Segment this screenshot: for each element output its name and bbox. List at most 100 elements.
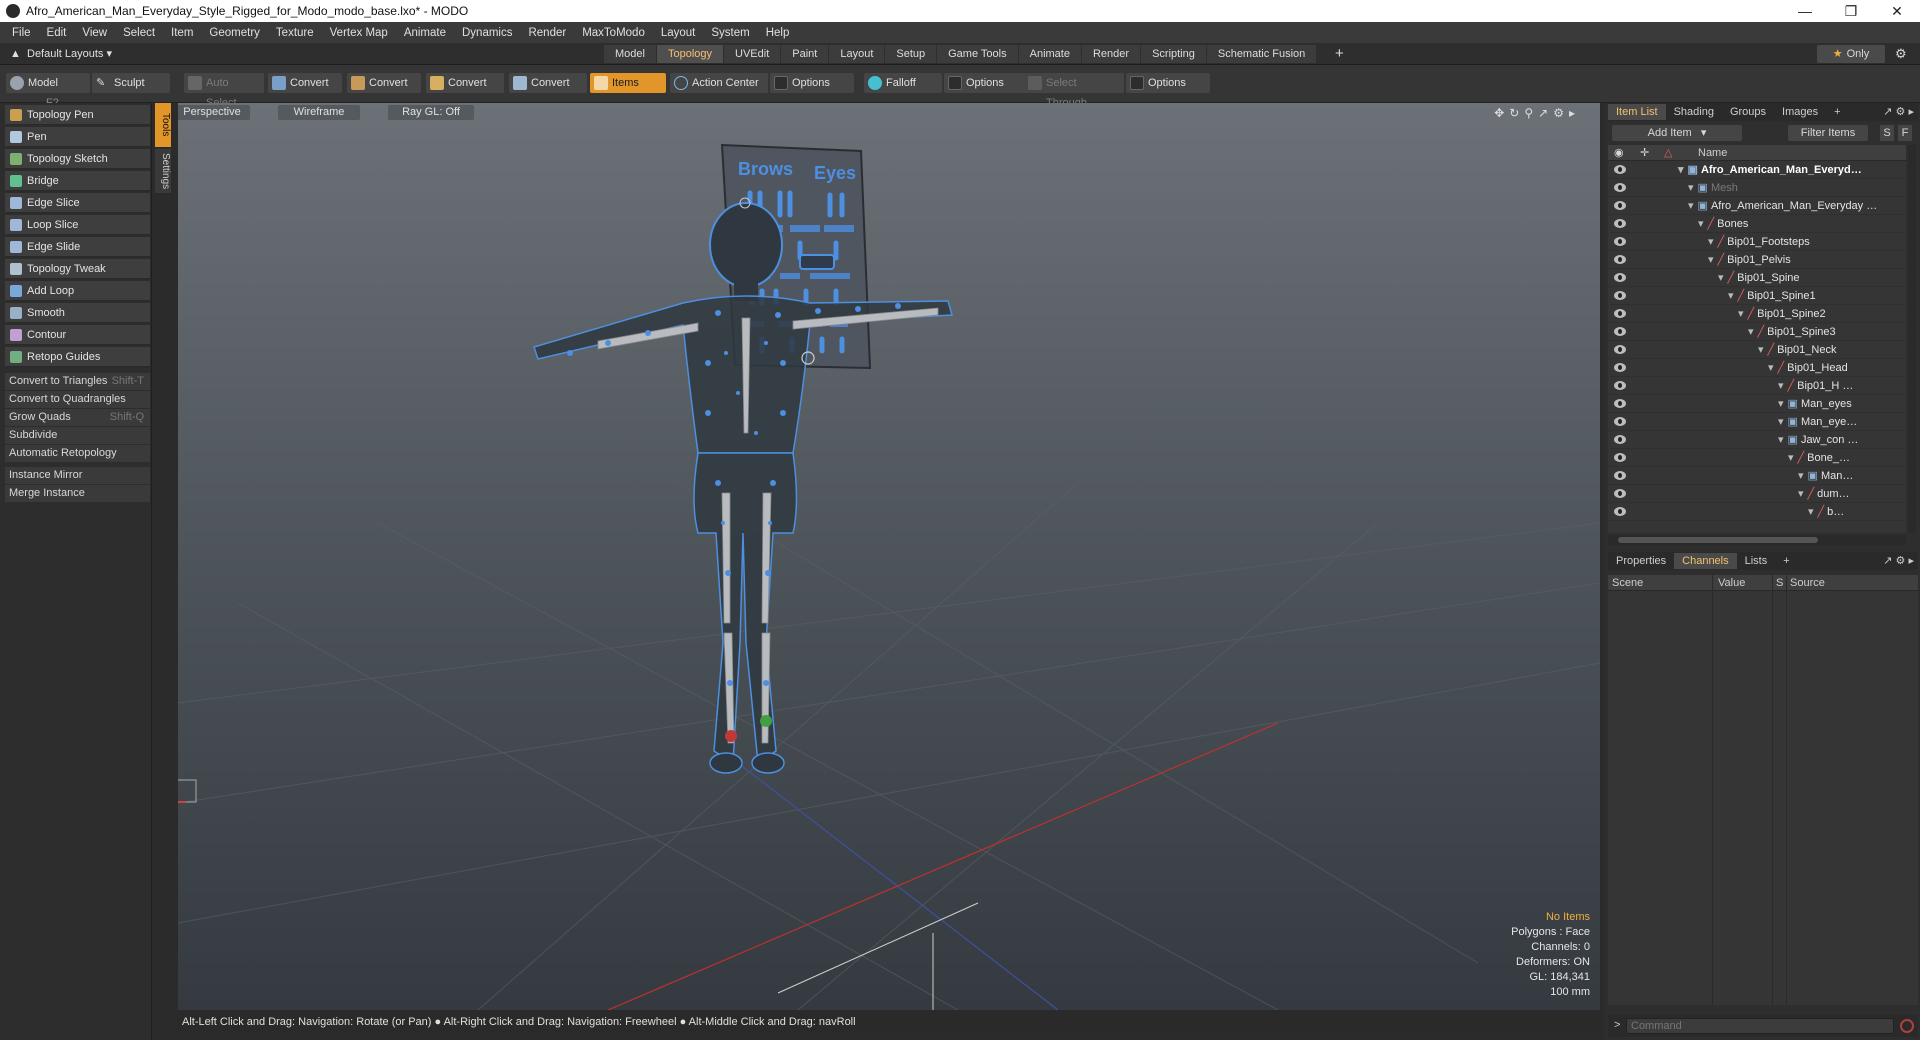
visibility-eye-icon[interactable] <box>1614 471 1626 480</box>
tool-retopo-guides[interactable]: Retopo Guides <box>5 347 150 367</box>
action-center-options-button[interactable]: Options <box>770 73 854 93</box>
close-icon[interactable]: ✕ <box>1874 3 1920 20</box>
expand-triangle-icon[interactable]: ▾ <box>1738 308 1744 320</box>
menu-vertex-map[interactable]: Vertex Map <box>322 27 396 39</box>
cmd-convert-to-quadrangles[interactable]: Convert to Quadrangles <box>5 391 150 408</box>
tab-scripting[interactable]: Scripting <box>1141 45 1206 63</box>
menu-edit[interactable]: Edit <box>39 27 75 39</box>
tab-images[interactable]: Images <box>1774 104 1826 120</box>
gear-icon[interactable]: ⚙ <box>1895 46 1907 62</box>
add-item-dropdown[interactable]: Add Item ▾ <box>1612 125 1742 141</box>
tab-channels[interactable]: Channels <box>1674 553 1737 569</box>
item-row[interactable]: ▾ ╱ Bip01_Spine1 <box>1608 287 1906 305</box>
tool-topology-pen[interactable]: Topology Pen <box>5 105 150 125</box>
tool-edge-slice[interactable]: Edge Slice <box>5 193 150 213</box>
rotate-icon[interactable]: ↻ <box>1509 106 1524 120</box>
hscroll-thumb[interactable] <box>1618 537 1818 543</box>
item-row[interactable]: ▾ ╱ Bone_… <box>1608 449 1906 467</box>
menu-view[interactable]: View <box>74 27 115 39</box>
tab-tools[interactable]: Tools <box>155 103 171 147</box>
add-panel-tab-icon[interactable]: + <box>1826 104 1848 120</box>
tab-uvedit[interactable]: UVEdit <box>724 45 781 63</box>
falloff-button[interactable]: Falloff <box>864 73 942 93</box>
panel-expand-icon[interactable]: ↗ ⚙ ▸ <box>1875 104 1918 120</box>
item-row[interactable]: ▾ ╱ dum… <box>1608 485 1906 503</box>
expand-triangle-icon[interactable]: ▾ <box>1778 398 1784 410</box>
menu-item[interactable]: Item <box>163 27 201 39</box>
tool-contour[interactable]: Contour <box>5 325 150 345</box>
zoom-icon[interactable]: ⚲ <box>1524 106 1538 120</box>
expand-triangle-icon[interactable]: ▾ <box>1798 470 1804 482</box>
select-through-options-button[interactable]: Options <box>1126 73 1210 93</box>
expand-triangle-icon[interactable]: ▾ <box>1688 182 1694 194</box>
expand-triangle-icon[interactable]: ▾ <box>1718 272 1724 284</box>
view-type-button[interactable]: Perspective <box>178 105 250 120</box>
menu-animate[interactable]: Animate <box>396 27 454 39</box>
tab-paint[interactable]: Paint <box>781 45 829 63</box>
item-row[interactable]: ▾ ╱ Bones <box>1608 215 1906 233</box>
menu-system[interactable]: System <box>703 27 757 39</box>
f-toggle[interactable]: F <box>1898 125 1912 141</box>
tab-topology[interactable]: Topology <box>656 45 724 63</box>
tab-game-tools[interactable]: Game Tools <box>937 45 1018 63</box>
cmd-instance-mirror[interactable]: Instance Mirror <box>5 467 150 484</box>
action-center-button[interactable]: Action Center <box>670 73 768 93</box>
expand-triangle-icon[interactable]: ▾ <box>1698 218 1704 230</box>
expand-triangle-icon[interactable]: ▾ <box>1728 290 1734 302</box>
item-list-hscrollbar[interactable] <box>1608 535 1906 545</box>
tab-render[interactable]: Render <box>1081 45 1141 63</box>
tool-bridge[interactable]: Bridge <box>5 171 150 191</box>
item-row[interactable]: ▾ ▣ Man_eyes <box>1608 395 1906 413</box>
minimize-icon[interactable]: — <box>1782 3 1828 20</box>
expand-triangle-icon[interactable]: ▾ <box>1768 362 1774 374</box>
item-row[interactable]: ▾ ╱ Bip01_Spine <box>1608 269 1906 287</box>
item-row[interactable]: ▾ ▣ Mesh <box>1608 179 1906 197</box>
convert-edges-button[interactable]: Convert <box>347 73 421 93</box>
item-row[interactable]: ▾ ╱ b… <box>1608 503 1906 521</box>
expand-triangle-icon[interactable]: ▾ <box>1708 254 1714 266</box>
cmd-grow-quads[interactable]: Grow Quads Shift-Q <box>5 409 150 426</box>
model-button[interactable]: Model F2 <box>6 73 90 109</box>
item-row[interactable]: ▾ ╱ Bip01_Spine2 <box>1608 305 1906 323</box>
visibility-eye-icon[interactable] <box>1614 417 1626 426</box>
tool-loop-slice[interactable]: Loop Slice <box>5 215 150 235</box>
menu-geometry[interactable]: Geometry <box>201 27 268 39</box>
tab-animate[interactable]: Animate <box>1018 45 1081 63</box>
tab-setup[interactable]: Setup <box>885 45 937 63</box>
maximize-icon[interactable]: ↗ <box>1538 106 1553 120</box>
panel-expand-icon[interactable]: ↗ ⚙ ▸ <box>1875 553 1918 569</box>
visibility-eye-icon[interactable] <box>1614 381 1626 390</box>
visibility-eye-icon[interactable] <box>1614 327 1626 336</box>
visibility-eye-icon[interactable] <box>1614 291 1626 300</box>
tool-smooth[interactable]: Smooth <box>5 303 150 323</box>
visibility-eye-icon[interactable] <box>1614 237 1626 246</box>
expand-triangle-icon[interactable]: ▾ <box>1708 236 1714 248</box>
expand-triangle-icon[interactable]: ▾ <box>1678 164 1684 176</box>
restore-icon[interactable]: ❐ <box>1828 3 1874 20</box>
item-list-scrollbar[interactable] <box>1908 145 1916 533</box>
visibility-eye-icon[interactable] <box>1614 183 1626 192</box>
tab-groups[interactable]: Groups <box>1722 104 1774 120</box>
visibility-eye-icon[interactable] <box>1614 273 1626 282</box>
item-row[interactable]: ▾ ▣ Afro_American_Man_Everyday … <box>1608 197 1906 215</box>
item-row[interactable]: ▾ ╱ Bip01_Spine3 <box>1608 323 1906 341</box>
menu-dynamics[interactable]: Dynamics <box>454 27 520 39</box>
item-row[interactable]: ▾ ▣ Man_eye… <box>1608 413 1906 431</box>
visibility-eye-icon[interactable] <box>1614 507 1626 516</box>
tool-add-loop[interactable]: Add Loop <box>5 281 150 301</box>
expand-triangle-icon[interactable]: ▾ <box>1788 452 1794 464</box>
command-input[interactable] <box>1626 1018 1894 1034</box>
add-tab-icon[interactable]: + <box>1335 45 1344 62</box>
shading-mode-button[interactable]: Wireframe <box>278 105 360 120</box>
visibility-eye-icon[interactable] <box>1614 201 1626 210</box>
visibility-eye-icon[interactable] <box>1614 219 1626 228</box>
item-row[interactable]: ▾ ╱ Bip01_Pelvis <box>1608 251 1906 269</box>
item-row[interactable]: ▾ ▣ Man… <box>1608 467 1906 485</box>
visibility-eye-icon[interactable] <box>1614 453 1626 462</box>
visibility-eye-icon[interactable] <box>1614 255 1626 264</box>
expand-triangle-icon[interactable]: ▾ <box>1758 344 1764 356</box>
expand-triangle-icon[interactable]: ▾ <box>1778 380 1784 392</box>
cmd-merge-instance[interactable]: Merge Instance <box>5 485 150 502</box>
tool-pen[interactable]: Pen <box>5 127 150 147</box>
convert-vertices-button[interactable]: Convert <box>268 73 342 93</box>
